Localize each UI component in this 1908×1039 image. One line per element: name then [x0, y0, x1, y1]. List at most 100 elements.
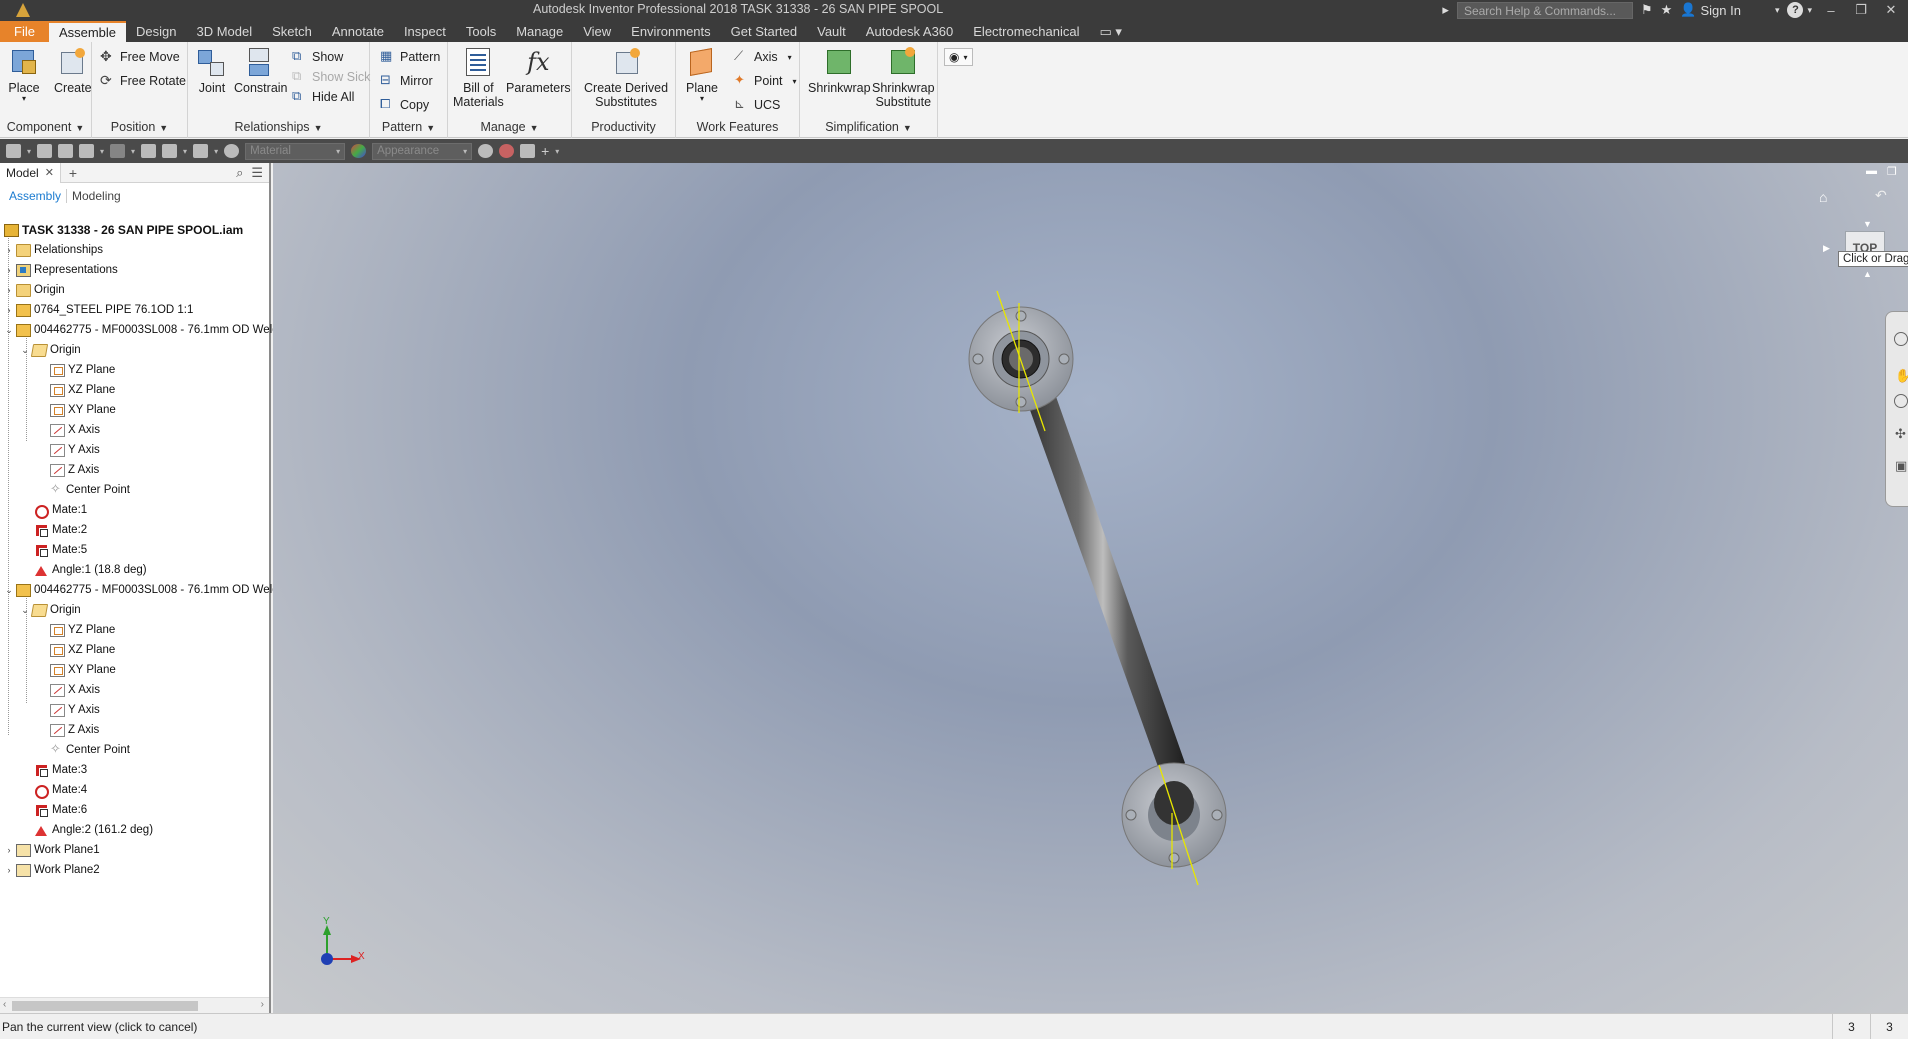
tree-item-c1-z-axis[interactable]: Z Axis [50, 461, 99, 479]
redo-icon[interactable] [110, 144, 126, 158]
expand-icon[interactable]: › [4, 845, 14, 855]
tree-item-mate-6[interactable]: Mate:6 [34, 801, 87, 819]
select-filter-icon[interactable] [162, 144, 178, 158]
tab-vault[interactable]: Vault [807, 21, 856, 42]
collapse-icon[interactable]: ⌄ [20, 605, 30, 616]
panel-simplification-label[interactable]: Simplification ▼ [800, 120, 937, 134]
tree-item-relationships[interactable]: › Relationships [4, 241, 103, 259]
tab-get-started[interactable]: Get Started [721, 21, 807, 42]
tab-annotate[interactable]: Annotate [322, 21, 394, 42]
tree-item-c1-xy-plane[interactable]: XY Plane [50, 401, 116, 419]
orbit-icon[interactable]: ✣ [1895, 426, 1906, 442]
tree-item-representations[interactable]: › Representations [4, 261, 118, 279]
tab-assemble[interactable]: Assemble [48, 21, 127, 42]
expand-icon[interactable]: › [4, 245, 14, 255]
minimize-button[interactable]: – [1820, 3, 1842, 18]
free-move-button[interactable]: ✥ Free Move [100, 49, 180, 65]
tree-item-work-plane-2[interactable]: › Work Plane2 [4, 861, 100, 879]
bill-of-materials-button[interactable]: Bill of Materials [453, 46, 504, 109]
subtab-assembly[interactable]: Assembly [4, 189, 68, 203]
update-icon[interactable] [193, 144, 209, 158]
search-icon[interactable]: ⌕ [236, 165, 243, 181]
tree-item-c1-y-axis[interactable]: Y Axis [50, 441, 100, 459]
parameters-button[interactable]: fx Parameters [506, 46, 571, 95]
tree-item-angle-1[interactable]: Angle:1 (18.8 deg) [34, 561, 147, 579]
tree-item-c2-xy-plane[interactable]: XY Plane [50, 661, 116, 679]
expand-icon[interactable]: › [4, 865, 14, 875]
close-tab-icon[interactable]: ✕ [45, 166, 54, 179]
joint-button[interactable]: Joint [196, 46, 228, 95]
shrinkwrap-button[interactable]: Shrinkwrap [808, 46, 871, 95]
panel-component-label[interactable]: Component ▼ [0, 120, 91, 134]
tree-item-c2-center-point[interactable]: Center Point [50, 741, 130, 759]
place-button[interactable]: Place ▾ [8, 46, 40, 103]
scroll-left-icon[interactable]: ‹ [3, 999, 6, 1010]
zoom-icon[interactable] [1894, 394, 1908, 408]
search-input[interactable]: Search Help & Commands... [1456, 1, 1633, 19]
appearance-sphere-icon[interactable] [351, 144, 367, 158]
ribbon-extra-dropdown[interactable]: ◉ ▾ [944, 48, 973, 66]
subscription-icon[interactable]: ⚑ [1641, 2, 1653, 18]
tree-root[interactable]: TASK 31338 - 26 SAN PIPE SPOOL.iam [4, 221, 243, 239]
appearance-select[interactable]: Appearance ▾ [372, 142, 473, 160]
create-button[interactable]: Create [54, 46, 92, 95]
maximize-button[interactable]: ❐ [1850, 2, 1872, 18]
color-sphere-icon[interactable] [224, 144, 240, 158]
tab-design[interactable]: Design [126, 21, 186, 42]
viewcube-arrow-up-icon[interactable]: ▼ [1863, 219, 1872, 229]
sign-in-button[interactable]: 👤 Sign In ▾ [1680, 2, 1779, 18]
viewport-restore-icon[interactable]: ❐ [1887, 165, 1897, 178]
subtab-modeling[interactable]: Modeling [67, 189, 126, 203]
hide-all-button[interactable]: ⧉ Hide All [292, 89, 354, 105]
clear-appearance-icon[interactable] [499, 144, 515, 158]
ucs-button[interactable]: ⊾ UCS [734, 97, 780, 113]
look-at-icon[interactable]: ▣ [1895, 458, 1907, 474]
tab-manage[interactable]: Manage [506, 21, 573, 42]
panel-pattern-label[interactable]: Pattern ▼ [370, 120, 447, 134]
tree-item-c2-yz-plane[interactable]: YZ Plane [50, 621, 115, 639]
viewcube-arrow-down-icon[interactable]: ▲ [1863, 269, 1872, 279]
search-expand-icon[interactable]: ▸ [1442, 2, 1449, 18]
tab-inspect[interactable]: Inspect [394, 21, 456, 42]
free-rotate-button[interactable]: ⟳ Free Rotate [100, 73, 186, 89]
collapse-icon[interactable]: ⌄ [20, 345, 30, 356]
tree-item-mate-2[interactable]: Mate:2 [34, 521, 87, 539]
tab-autodesk-a360[interactable]: Autodesk A360 [856, 21, 963, 42]
open-file-icon[interactable] [37, 144, 53, 158]
browser-tab-model[interactable]: Model ✕ [0, 162, 61, 183]
browser-horizontal-scrollbar[interactable]: ‹ › [0, 997, 269, 1013]
create-derived-substitutes-button[interactable]: Create Derived Substitutes [584, 46, 668, 109]
tree-item-c1-center-point[interactable]: Center Point [50, 481, 130, 499]
favorites-star-icon[interactable]: ★ [1661, 2, 1673, 18]
rotate-view-icon[interactable]: ↶ [1875, 187, 1887, 204]
adjust-appearance-icon[interactable] [478, 144, 494, 158]
tree-item-c2-z-axis[interactable]: Z Axis [50, 721, 99, 739]
tree-item-origin[interactable]: › Origin [4, 281, 65, 299]
help-button[interactable]: ? ▾ [1787, 2, 1812, 18]
save-icon[interactable] [58, 144, 74, 158]
plane-button[interactable]: Plane ▾ [686, 46, 718, 103]
constrain-button[interactable]: Constrain [234, 46, 288, 95]
pipe-spool-model[interactable] [273, 163, 1908, 1013]
undo-icon[interactable] [79, 144, 95, 158]
tree-item-c2-origin[interactable]: ⌄ Origin [20, 601, 81, 619]
panel-relationships-label[interactable]: Relationships ▼ [188, 120, 369, 134]
show-sick-button[interactable]: ⧉ Show Sick [292, 69, 370, 85]
tab-electromechanical[interactable]: Electromechanical [963, 21, 1089, 42]
point-button[interactable]: ✦ Point ▾ [734, 73, 797, 89]
scroll-right-icon[interactable]: › [261, 999, 264, 1010]
close-button[interactable]: ✕ [1880, 2, 1902, 18]
new-file-icon[interactable] [6, 144, 21, 158]
tree-item-c1-xz-plane[interactable]: XZ Plane [50, 381, 115, 399]
tab-file[interactable]: File [0, 21, 49, 42]
tree-item-component-1[interactable]: ⌄ 004462775 - MF0003SL008 - 76.1mm OD We… [4, 321, 291, 339]
tab-3d-model[interactable]: 3D Model [187, 21, 263, 42]
tree-item-c1-yz-plane[interactable]: YZ Plane [50, 361, 115, 379]
ribbon-display-toggle-icon[interactable]: ▭ ▾ [1089, 21, 1131, 42]
panel-manage-label[interactable]: Manage ▼ [448, 120, 571, 134]
scrollbar-thumb[interactable] [12, 1001, 198, 1011]
viewport-minimize-icon[interactable]: ▬ [1866, 165, 1877, 177]
tree-item-work-plane-1[interactable]: › Work Plane1 [4, 841, 100, 859]
home-view-icon[interactable] [141, 144, 157, 158]
pattern-button[interactable]: ▦ Pattern [380, 49, 440, 65]
